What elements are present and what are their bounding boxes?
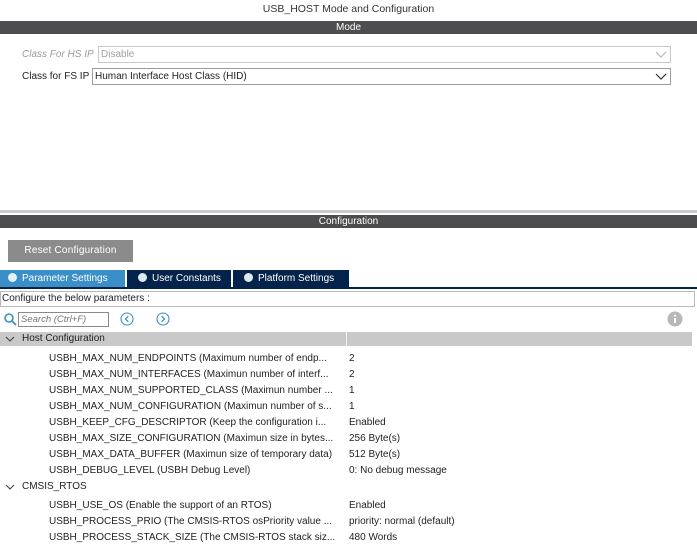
- check-circle-icon: [138, 273, 147, 282]
- instructions-text: Configure the below parameters :: [0, 291, 695, 307]
- check-circle-icon: [244, 273, 253, 282]
- tab-platform-settings[interactable]: Platform Settings: [233, 270, 349, 287]
- tree-param-row[interactable]: USBH_KEEP_CFG_DESCRIPTOR (Keep the confi…: [0, 415, 692, 431]
- tree-param-row[interactable]: USBH_MAX_DATA_BUFFER (Maximun size of te…: [0, 447, 692, 463]
- config-section-header: Configuration: [0, 215, 697, 228]
- hs-class-row: Class For HS IP Disable: [22, 46, 671, 63]
- param-value[interactable]: Enabled: [349, 498, 386, 514]
- tree-param-row[interactable]: USBH_MAX_NUM_ENDPOINTS (Maximum number o…: [0, 351, 692, 367]
- tab-parameter-settings[interactable]: Parameter Settings: [0, 270, 125, 287]
- search-input[interactable]: [18, 312, 109, 327]
- tab-label: Parameter Settings: [22, 273, 108, 284]
- search-icon: [4, 313, 17, 326]
- hs-class-value: Disable: [101, 49, 135, 60]
- tab-user-constants[interactable]: User Constants: [127, 270, 231, 287]
- tree-group-label: Host Configuration: [22, 333, 105, 344]
- param-name: USBH_PROCESS_STACK_SIZE (The CMSIS-RTOS …: [49, 532, 336, 543]
- chevron-down-icon: [655, 51, 667, 58]
- param-value[interactable]: priority: normal (default): [349, 514, 455, 530]
- window-title: USB_HOST Mode and Configuration: [262, 3, 435, 15]
- param-value[interactable]: 1: [349, 399, 355, 415]
- tree-group-row[interactable]: CMSIS_RTOS: [0, 479, 692, 495]
- fs-class-select[interactable]: Human Interface Host Class (HID): [92, 68, 671, 85]
- tree-group-label: CMSIS_RTOS: [22, 481, 87, 492]
- tree-param-row[interactable]: USBH_PROCESS_PRIO (The CMSIS-RTOS osPrio…: [0, 514, 692, 530]
- tree-param-row[interactable]: USBH_MAX_NUM_CONFIGURATION (Maximun numb…: [0, 399, 692, 415]
- section-divider[interactable]: [0, 210, 697, 213]
- collapse-arrow-icon[interactable]: [5, 334, 15, 344]
- arrow-left-icon[interactable]: [120, 312, 134, 326]
- check-circle-icon: [8, 273, 17, 282]
- param-value[interactable]: 2: [349, 351, 355, 367]
- tree-param-row[interactable]: USBH_MAX_NUM_SUPPORTED_CLASS (Maximun nu…: [0, 383, 692, 399]
- param-value[interactable]: 480 Words: [349, 530, 397, 546]
- param-name: USBH_MAX_NUM_SUPPORTED_CLASS (Maximun nu…: [49, 385, 333, 396]
- param-name: USBH_MAX_NUM_CONFIGURATION (Maximun numb…: [49, 401, 332, 412]
- fs-class-label: Class for FS IP: [22, 71, 90, 82]
- param-name: USBH_MAX_NUM_ENDPOINTS (Maximum number o…: [49, 353, 327, 364]
- info-icon[interactable]: [667, 311, 683, 327]
- tree-param-row[interactable]: USBH_DEBUG_LEVEL (USBH Debug Level) 0: No…: [0, 463, 692, 479]
- fs-class-row: Class for FS IP Human Interface Host Cla…: [22, 68, 671, 85]
- mode-section-header: Mode: [0, 21, 697, 34]
- param-value[interactable]: 0: No debug message: [349, 463, 447, 479]
- arrow-right-icon[interactable]: [156, 312, 170, 326]
- param-value[interactable]: 1: [349, 383, 355, 399]
- tree-param-row[interactable]: USBH_USE_OS (Enable the support of an RT…: [0, 498, 692, 514]
- fs-class-value: Human Interface Host Class (HID): [95, 71, 247, 82]
- param-name: USBH_MAX_SIZE_CONFIGURATION (Maximun siz…: [49, 433, 334, 444]
- tab-underline: [0, 287, 697, 289]
- tree-param-row[interactable]: USBH_MAX_NUM_INTERFACES (Maximun number …: [0, 367, 692, 383]
- collapse-arrow-icon[interactable]: [5, 482, 15, 492]
- param-name: USBH_DEBUG_LEVEL (USBH Debug Level): [49, 465, 251, 476]
- param-name: USBH_PROCESS_PRIO (The CMSIS-RTOS osPrio…: [49, 516, 333, 527]
- hs-class-label: Class For HS IP: [22, 49, 94, 60]
- param-name: USBH_MAX_NUM_INTERFACES (Maximun number …: [49, 369, 329, 380]
- tree-group-row[interactable]: Host Configuration: [0, 331, 692, 347]
- tree-param-row[interactable]: USBH_MAX_SIZE_CONFIGURATION (Maximun siz…: [0, 431, 692, 447]
- tree-param-row[interactable]: USBH_PROCESS_STACK_SIZE (The CMSIS-RTOS …: [0, 530, 692, 546]
- param-name: USBH_KEEP_CFG_DESCRIPTOR (Keep the confi…: [49, 417, 327, 428]
- chevron-down-icon: [655, 73, 667, 80]
- reset-configuration-button[interactable]: Reset Configuration: [8, 240, 133, 262]
- param-value[interactable]: Enabled: [349, 415, 386, 431]
- tab-label: User Constants: [152, 273, 221, 284]
- param-name: USBH_MAX_DATA_BUFFER (Maximun size of te…: [49, 449, 333, 460]
- hs-class-select[interactable]: Disable: [98, 46, 671, 63]
- param-value[interactable]: 512 Byte(s): [349, 447, 400, 463]
- param-value[interactable]: 2: [349, 367, 355, 383]
- param-value[interactable]: 256 Byte(s): [349, 431, 400, 447]
- tab-label: Platform Settings: [258, 273, 335, 284]
- param-name: USBH_USE_OS (Enable the support of an RT…: [49, 500, 272, 511]
